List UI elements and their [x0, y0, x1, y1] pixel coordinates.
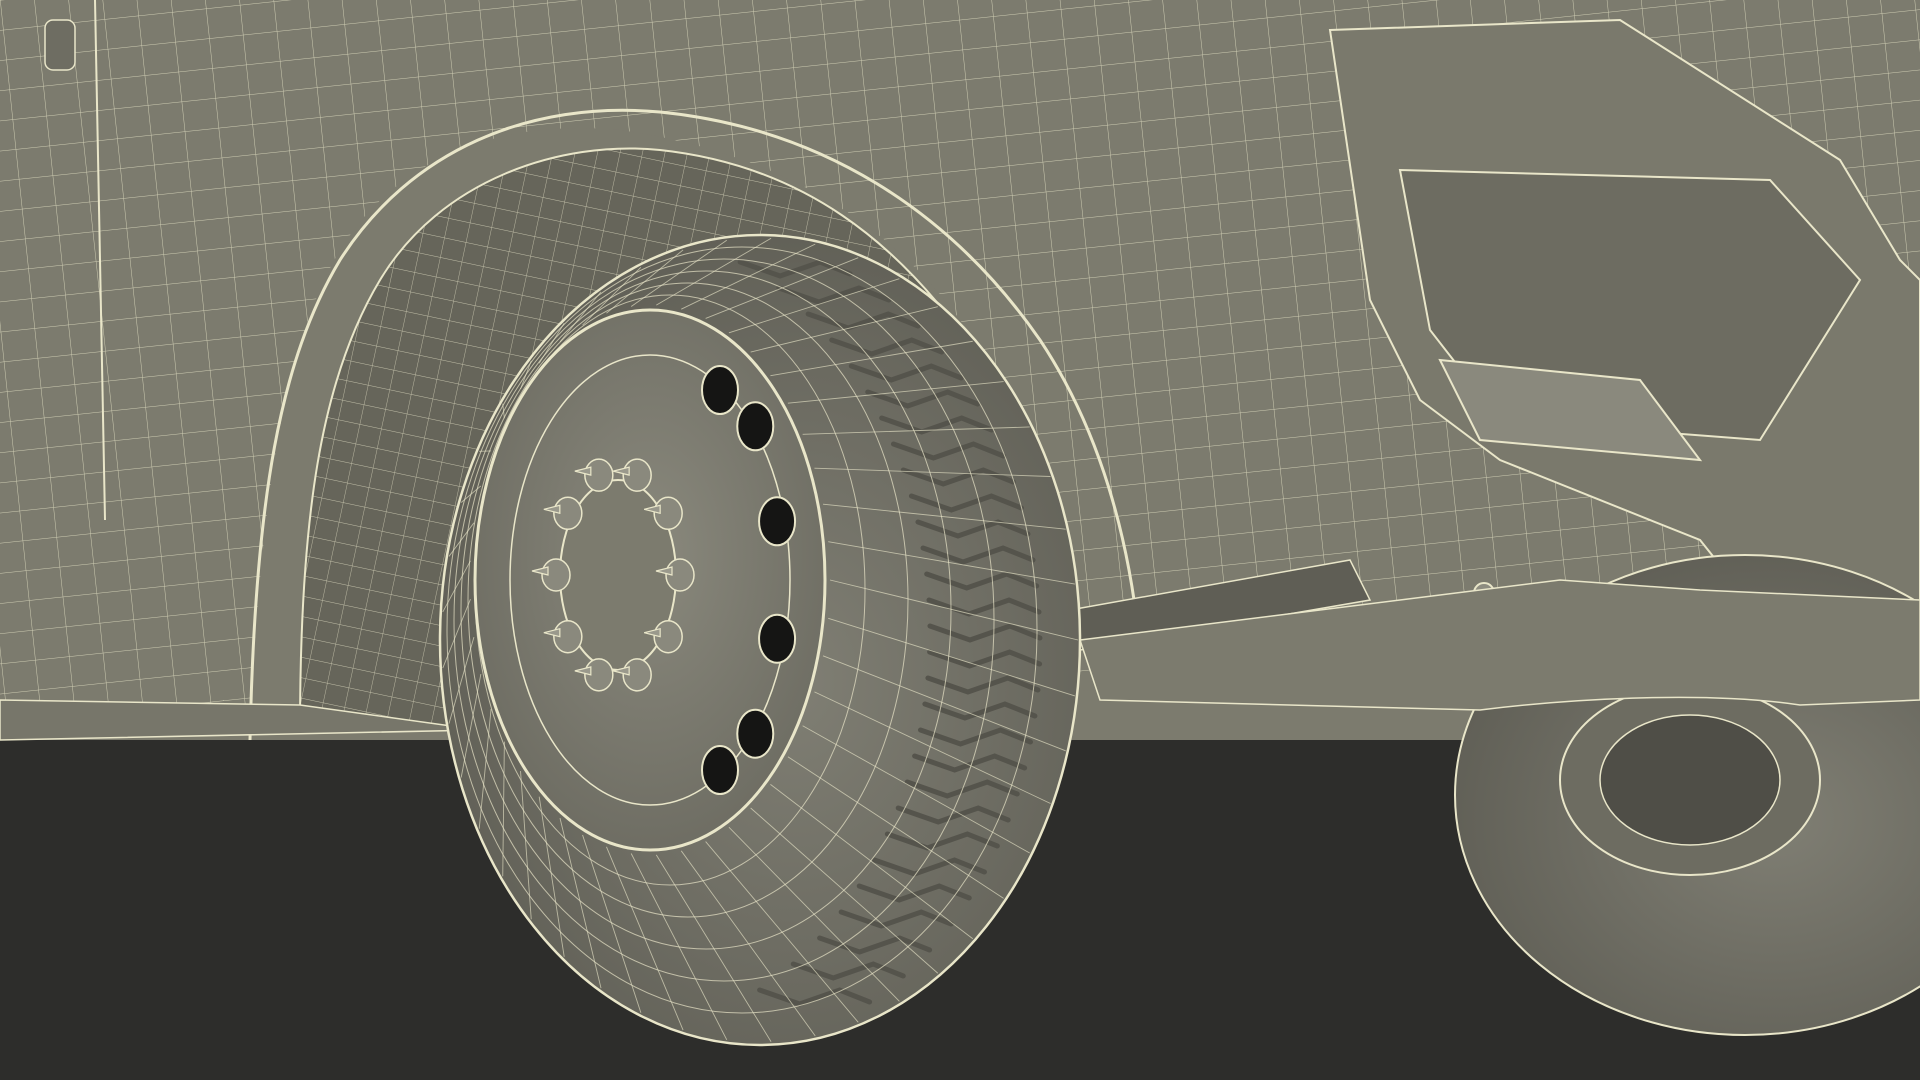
rim-hole — [758, 496, 797, 547]
door-handle — [44, 19, 76, 71]
rim-hole — [758, 613, 797, 664]
rim-hole — [736, 708, 775, 759]
rim-hole — [736, 401, 775, 452]
render-viewport — [0, 0, 1920, 1080]
rim-hole — [701, 365, 739, 415]
rim-hole — [701, 745, 739, 795]
front-wheel — [438, 233, 1082, 1047]
wireframe-scene — [0, 0, 1920, 1080]
